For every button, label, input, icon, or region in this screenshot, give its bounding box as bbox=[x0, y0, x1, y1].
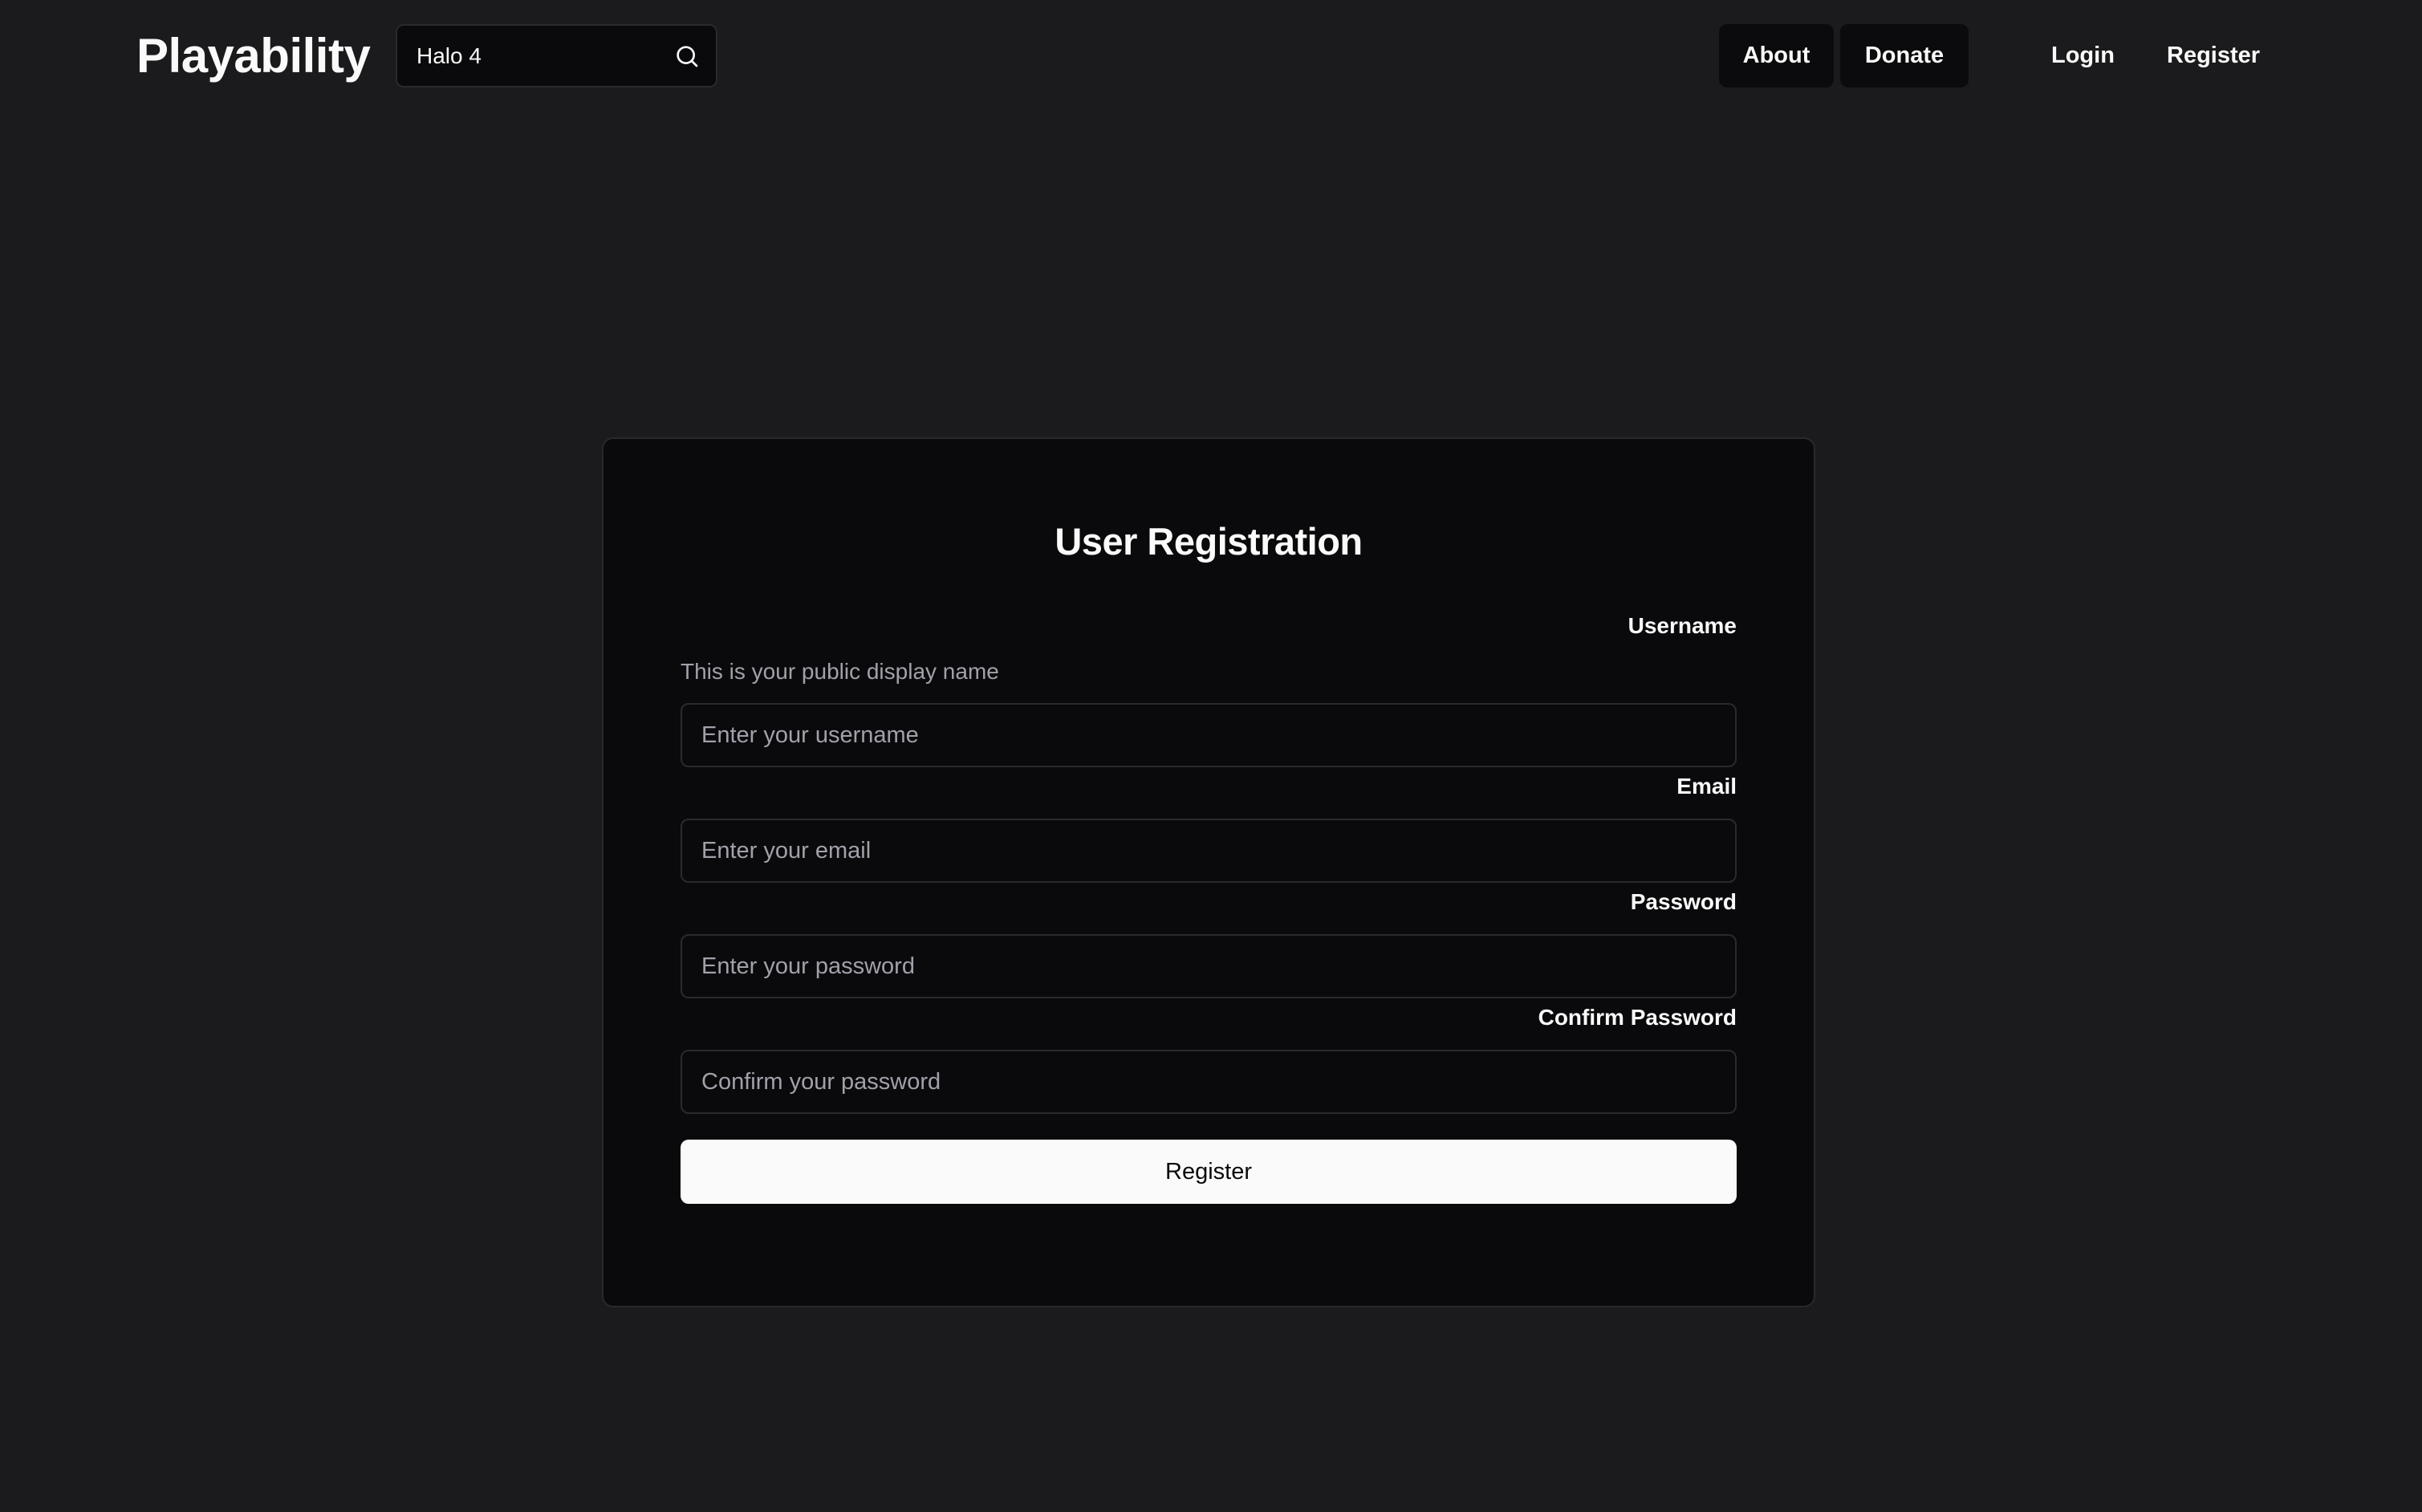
about-button[interactable]: About bbox=[1719, 24, 1834, 87]
username-input[interactable] bbox=[681, 703, 1737, 767]
username-helper-text: This is your public display name bbox=[681, 659, 999, 684]
search-input[interactable] bbox=[417, 26, 657, 86]
email-input[interactable] bbox=[681, 819, 1737, 883]
search-box[interactable] bbox=[396, 24, 717, 87]
password-label: Password bbox=[1630, 889, 1737, 914]
login-link[interactable]: Login bbox=[2051, 24, 2115, 87]
register-link[interactable]: Register bbox=[2167, 24, 2260, 87]
confirm-password-label: Confirm Password bbox=[1538, 1005, 1737, 1030]
donate-button[interactable]: Donate bbox=[1840, 24, 1969, 87]
username-label: Username bbox=[1628, 613, 1737, 638]
top-navbar: Playability About Donate Login Register bbox=[0, 0, 2422, 112]
confirm-password-input[interactable] bbox=[681, 1050, 1737, 1114]
form-title: User Registration bbox=[1055, 520, 1363, 563]
password-input[interactable] bbox=[681, 934, 1737, 998]
email-label: Email bbox=[1676, 774, 1737, 799]
search-icon[interactable] bbox=[674, 43, 700, 69]
site-logo[interactable]: Playability bbox=[136, 27, 371, 85]
registration-card: User Registration Username This is your … bbox=[602, 437, 1815, 1307]
register-submit-button[interactable]: Register bbox=[681, 1140, 1737, 1204]
